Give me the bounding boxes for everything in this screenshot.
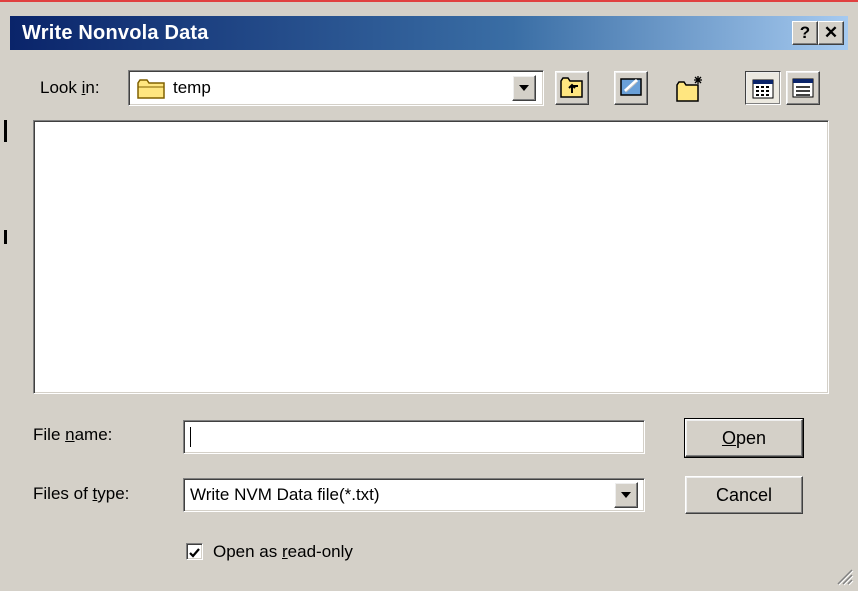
look-in-label: Look in: [40, 78, 100, 98]
read-only-label-text: Open as [213, 542, 282, 561]
chevron-down-icon [519, 85, 529, 91]
look-in-label-suffix: n: [85, 78, 100, 97]
files-of-type-label-suffix: ype: [97, 484, 130, 503]
new-folder-icon [676, 75, 706, 108]
look-in-dropdown-button[interactable] [512, 75, 536, 101]
look-in-value: temp [173, 78, 211, 97]
file-name-label: File name: [33, 425, 112, 445]
up-one-level-icon [560, 77, 584, 104]
read-only-checkbox[interactable] [186, 543, 203, 560]
open-button[interactable]: Open [684, 418, 804, 458]
resize-grip-icon[interactable] [834, 566, 854, 591]
files-of-type-label-text: Files of [33, 484, 93, 503]
edge-mark [4, 230, 7, 244]
open-button-key: O [721, 428, 736, 448]
details-view-button[interactable] [786, 71, 820, 105]
up-one-level-button[interactable] [555, 71, 589, 105]
file-name-label-text: File [33, 425, 66, 444]
edge-mark [4, 120, 7, 142]
files-of-type-combo[interactable]: Write NVM Data file(*.txt) [183, 478, 645, 512]
file-name-label-key: n [65, 425, 75, 444]
desktop-icon [619, 76, 645, 105]
folder-icon [137, 78, 167, 105]
details-view-icon [792, 78, 814, 103]
open-button-label: pen [735, 428, 767, 448]
files-of-type-label: Files of type: [33, 484, 129, 504]
create-new-folder-button[interactable] [672, 71, 706, 105]
look-in-combo[interactable]: temp [128, 70, 544, 106]
dialog-window: Write Nonvola Data ? ✕ Look in: temp Fil… [0, 0, 858, 588]
close-button[interactable]: ✕ [818, 21, 844, 45]
files-of-type-dropdown-button[interactable] [614, 482, 638, 508]
chevron-down-icon [621, 492, 631, 498]
list-view-button[interactable] [745, 71, 781, 105]
title-bar[interactable]: Write Nonvola Data ? ✕ [10, 16, 848, 50]
file-list[interactable] [33, 120, 829, 394]
file-name-input[interactable] [183, 420, 645, 454]
look-in-label-text: Look [40, 78, 82, 97]
files-of-type-value: Write NVM Data file(*.txt) [190, 485, 380, 504]
help-button[interactable]: ? [792, 21, 818, 45]
read-only-label[interactable]: Open as read-only [213, 542, 353, 562]
desktop-button[interactable] [614, 71, 648, 105]
cancel-button[interactable]: Cancel [685, 476, 803, 514]
dialog-title: Write Nonvola Data [22, 22, 209, 44]
file-name-label-suffix: ame: [74, 425, 113, 444]
read-only-label-suffix: ead-only [287, 542, 353, 561]
checkmark-icon [188, 545, 201, 565]
list-view-icon [752, 79, 774, 104]
text-caret [190, 427, 191, 447]
